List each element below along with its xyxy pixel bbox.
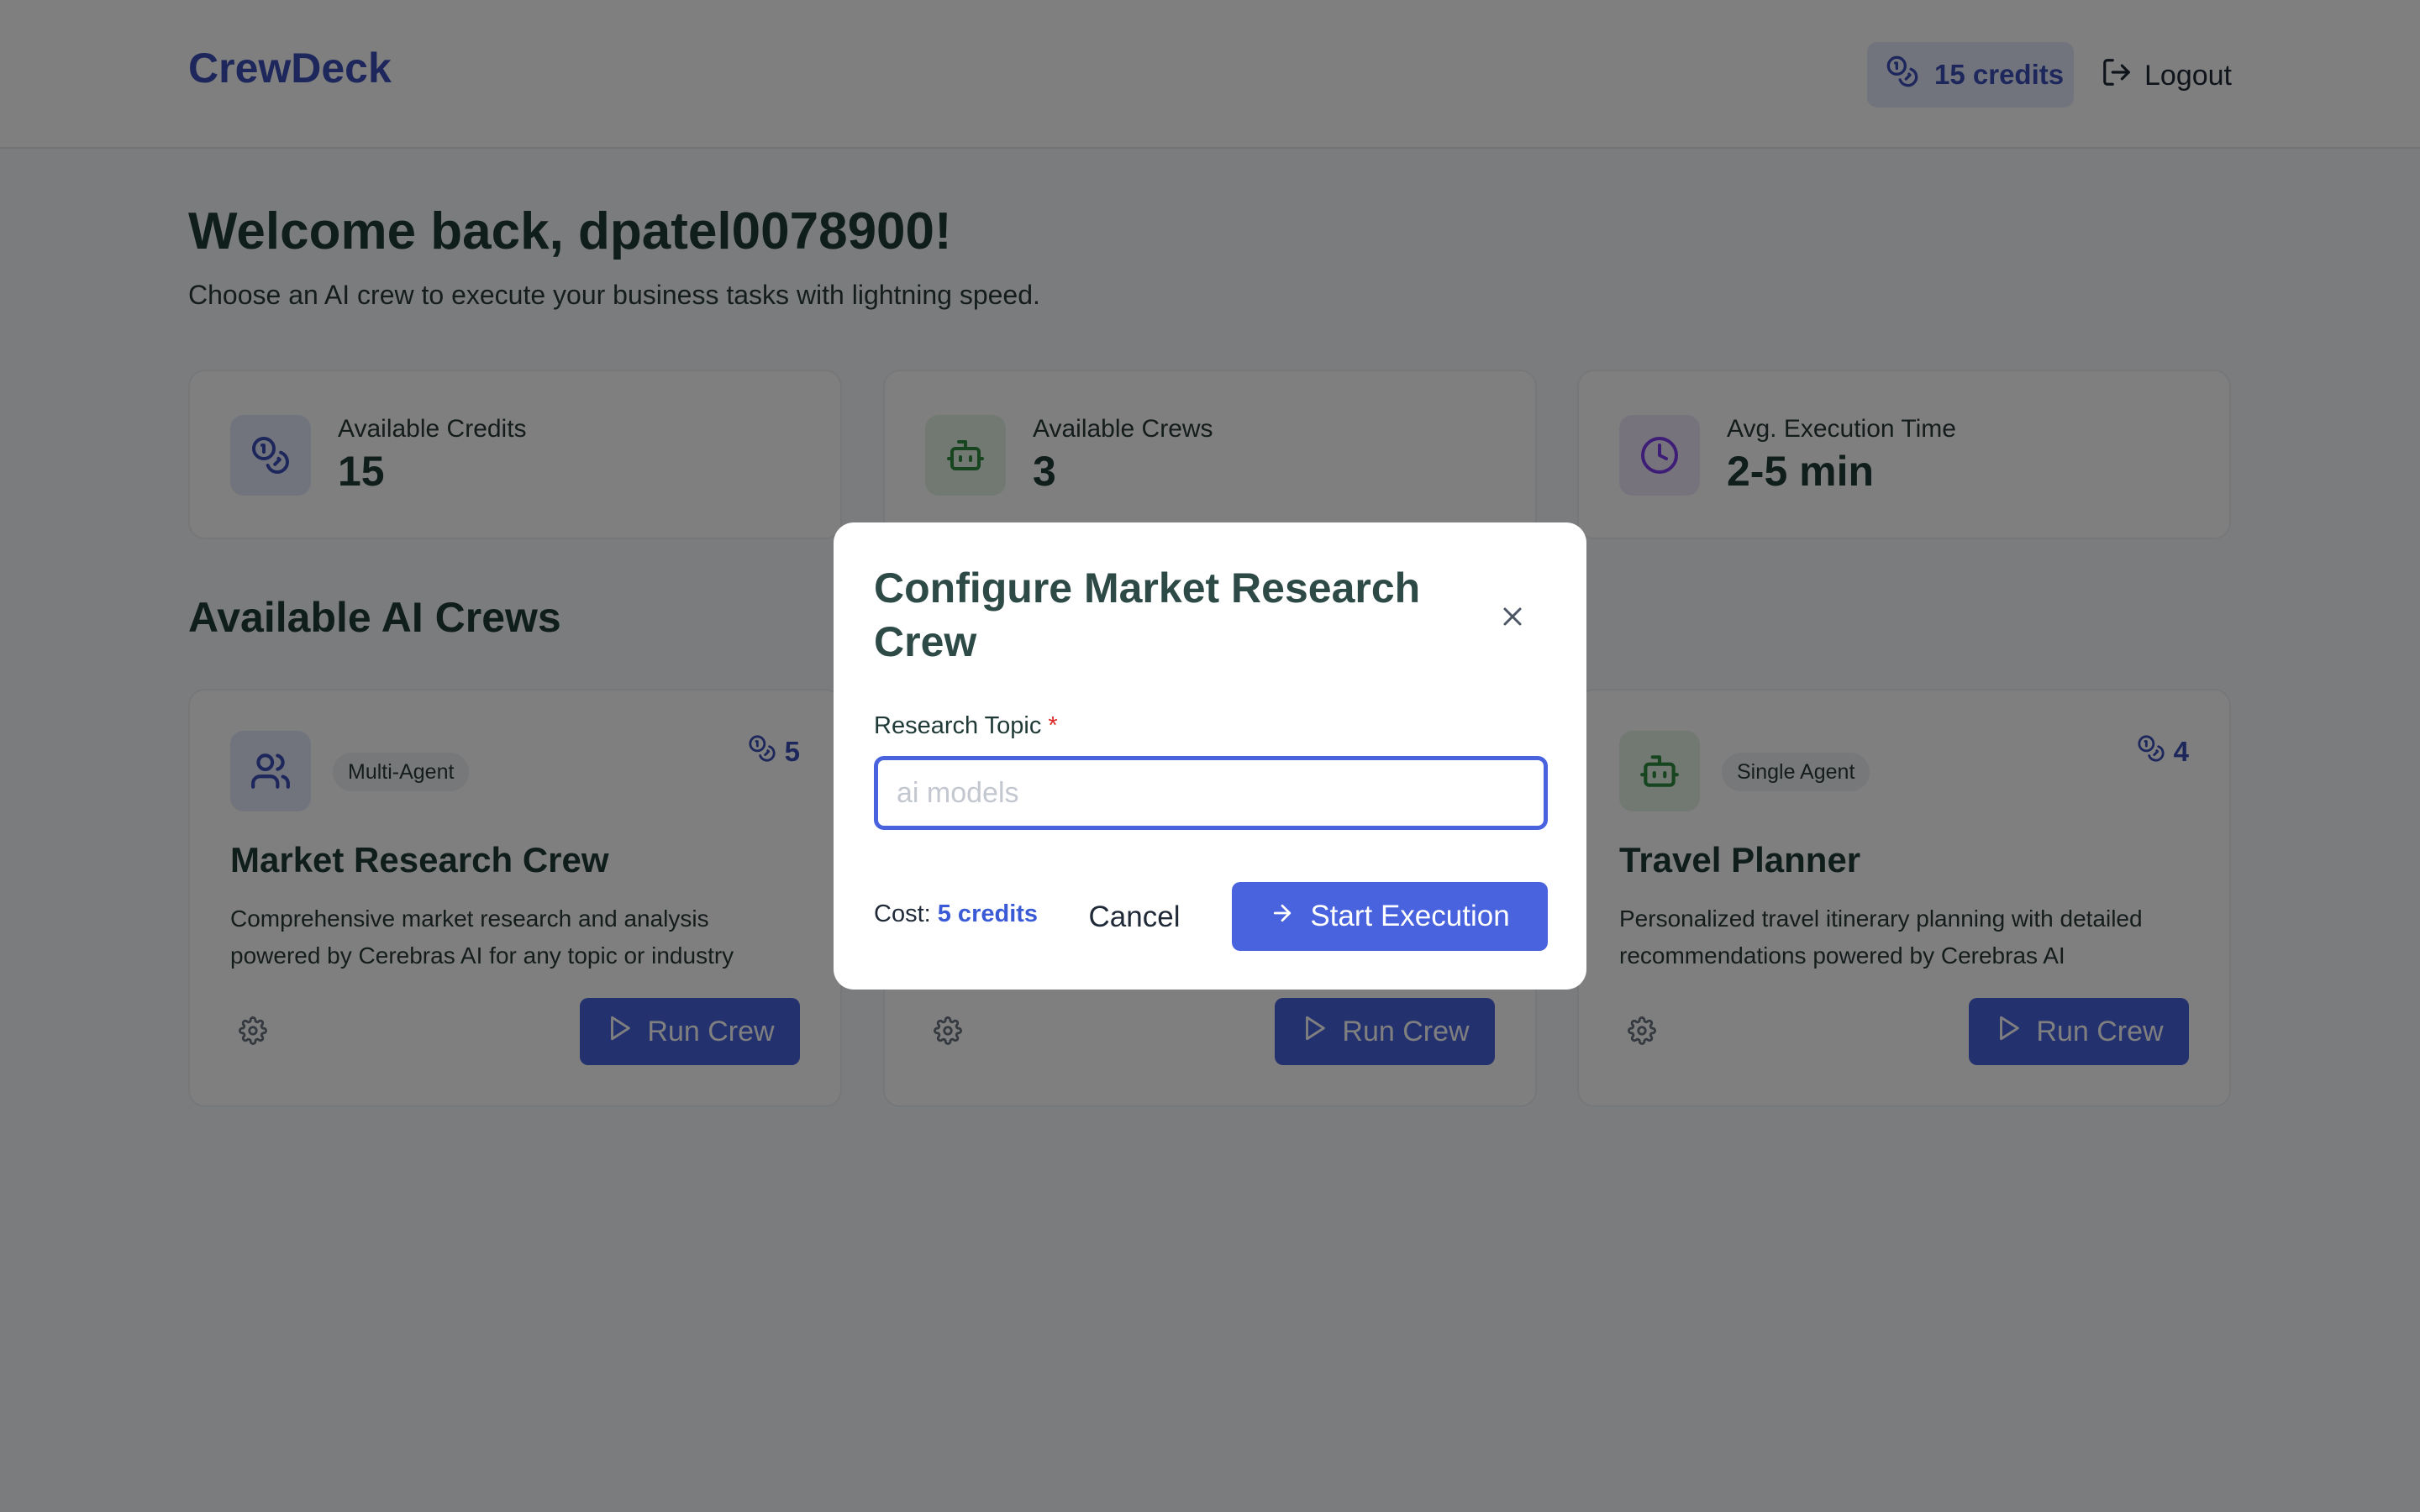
arrow-right-icon — [1270, 900, 1295, 933]
configure-crew-modal: Configure Market Research Crew Research … — [834, 522, 1586, 990]
research-topic-label: Research Topic * — [874, 712, 1058, 740]
start-execution-button[interactable]: Start Execution — [1232, 882, 1548, 951]
research-topic-label-text: Research Topic — [874, 712, 1042, 739]
required-mark: * — [1048, 712, 1058, 739]
execution-cost: Cost: 5 credits — [874, 900, 1038, 928]
research-topic-input[interactable] — [874, 756, 1548, 830]
cost-value: 5 credits — [937, 900, 1039, 927]
start-execution-label: Start Execution — [1310, 900, 1510, 932]
modal-title: Configure Market Research Crew — [874, 564, 1421, 665]
cost-prefix: Cost: — [874, 900, 931, 927]
cancel-button[interactable]: Cancel — [1077, 884, 1192, 951]
close-icon[interactable] — [1497, 601, 1528, 632]
